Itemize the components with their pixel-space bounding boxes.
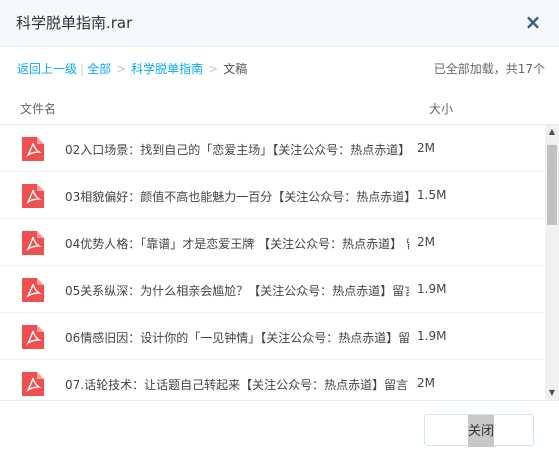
file-row[interactable]: 02入口场景：找到自己的「恋爱主场」【关注公众号：热点赤道】留言 2M (0, 125, 545, 172)
table-header: 文件名 大小 (0, 90, 559, 125)
breadcrumb: 返回上一级 | 全部 > 科学脱单指南 > 文稿 (17, 60, 247, 77)
file-row[interactable]: 04优势人格：「靠谱」才是恋爱王牌 【关注公众号：热点赤道】 留言 2M (0, 219, 545, 266)
pdf-icon (22, 278, 44, 302)
breadcrumb-divider: | (80, 62, 85, 76)
file-name[interactable]: 06情感旧因：设计你的「一见钟情」【关注公众号：热点赤道】留言 (65, 329, 409, 346)
scroll-up-icon[interactable]: ▲ (545, 125, 559, 139)
breadcrumb-separator: > (208, 62, 219, 76)
file-name[interactable]: 03相貌偏好：颜值不高也能魅力一百分【关注公众号：热点赤道】留言 (65, 188, 409, 205)
pdf-icon (22, 231, 44, 255)
load-status: 已全部加载，共17个 (433, 62, 545, 76)
file-list-scrollbar[interactable]: ▲ ▼ (545, 125, 559, 400)
file-size: 1.9M (417, 282, 447, 296)
file-name[interactable]: 05关系纵深：为什么相亲会尴尬？【关注公众号：热点赤道】留言 (65, 282, 409, 299)
column-header-size: 大小 (429, 102, 454, 116)
file-row[interactable]: 05关系纵深：为什么相亲会尴尬？【关注公众号：热点赤道】留言 1.9M (0, 266, 545, 313)
breadcrumb-current: 文稿 (223, 62, 248, 76)
file-size: 1.9M (417, 329, 447, 343)
breadcrumb-all-link[interactable]: 全部 (87, 62, 111, 76)
file-size: 2M (417, 235, 435, 249)
pdf-icon (22, 372, 44, 396)
file-name[interactable]: 02入口场景：找到自己的「恋爱主场」【关注公众号：热点赤道】留言 (65, 141, 409, 158)
file-size: 2M (417, 376, 435, 390)
dialog-footer: 关闭 (0, 400, 559, 469)
pdf-icon (22, 184, 44, 208)
file-name[interactable]: 04优势人格：「靠谱」才是恋爱王牌 【关注公众号：热点赤道】 留言 (65, 235, 409, 252)
column-header-name: 文件名 (20, 102, 57, 116)
scrollbar-thumb[interactable] (547, 145, 557, 225)
pdf-icon (22, 325, 44, 349)
file-size: 2M (417, 141, 435, 155)
close-button[interactable]: 关闭 (424, 414, 534, 447)
file-row[interactable]: 06情感旧因：设计你的「一见钟情」【关注公众号：热点赤道】留言 1.9M (0, 313, 545, 360)
scroll-down-icon[interactable]: ▼ (545, 386, 559, 400)
file-list: 02入口场景：找到自己的「恋爱主场」【关注公众号：热点赤道】留言 2M 03相貌偏好… (0, 125, 545, 400)
breadcrumb-back-link[interactable]: 返回上一级 (17, 62, 77, 76)
file-size: 1.5M (417, 188, 447, 202)
close-button-label: 关闭 (468, 415, 494, 447)
close-icon[interactable]: × (521, 9, 545, 35)
breadcrumb-separator: > (116, 62, 127, 76)
file-name[interactable]: 07.话轮技术：让话题自己转起来【关注公众号：热点赤道】留言 (65, 376, 409, 393)
pdf-icon (22, 137, 44, 161)
dialog-title: 科学脱单指南.rar (16, 14, 133, 32)
breadcrumb-bar: 返回上一级 | 全部 > 科学脱单指南 > 文稿 已全部加载，共17个 (0, 46, 559, 90)
breadcrumb-folder-link[interactable]: 科学脱单指南 (131, 62, 203, 76)
file-row[interactable]: 07.话轮技术：让话题自己转起来【关注公众号：热点赤道】留言 2M (0, 360, 545, 400)
archive-preview-dialog: 科学脱单指南.rar × 返回上一级 | 全部 > 科学脱单指南 > 文稿 已全部加载，共1… (0, 0, 559, 469)
file-row[interactable]: 03相貌偏好：颜值不高也能魅力一百分【关注公众号：热点赤道】留言 1.5M (0, 172, 545, 219)
dialog-titlebar: 科学脱单指南.rar × (0, 0, 559, 47)
